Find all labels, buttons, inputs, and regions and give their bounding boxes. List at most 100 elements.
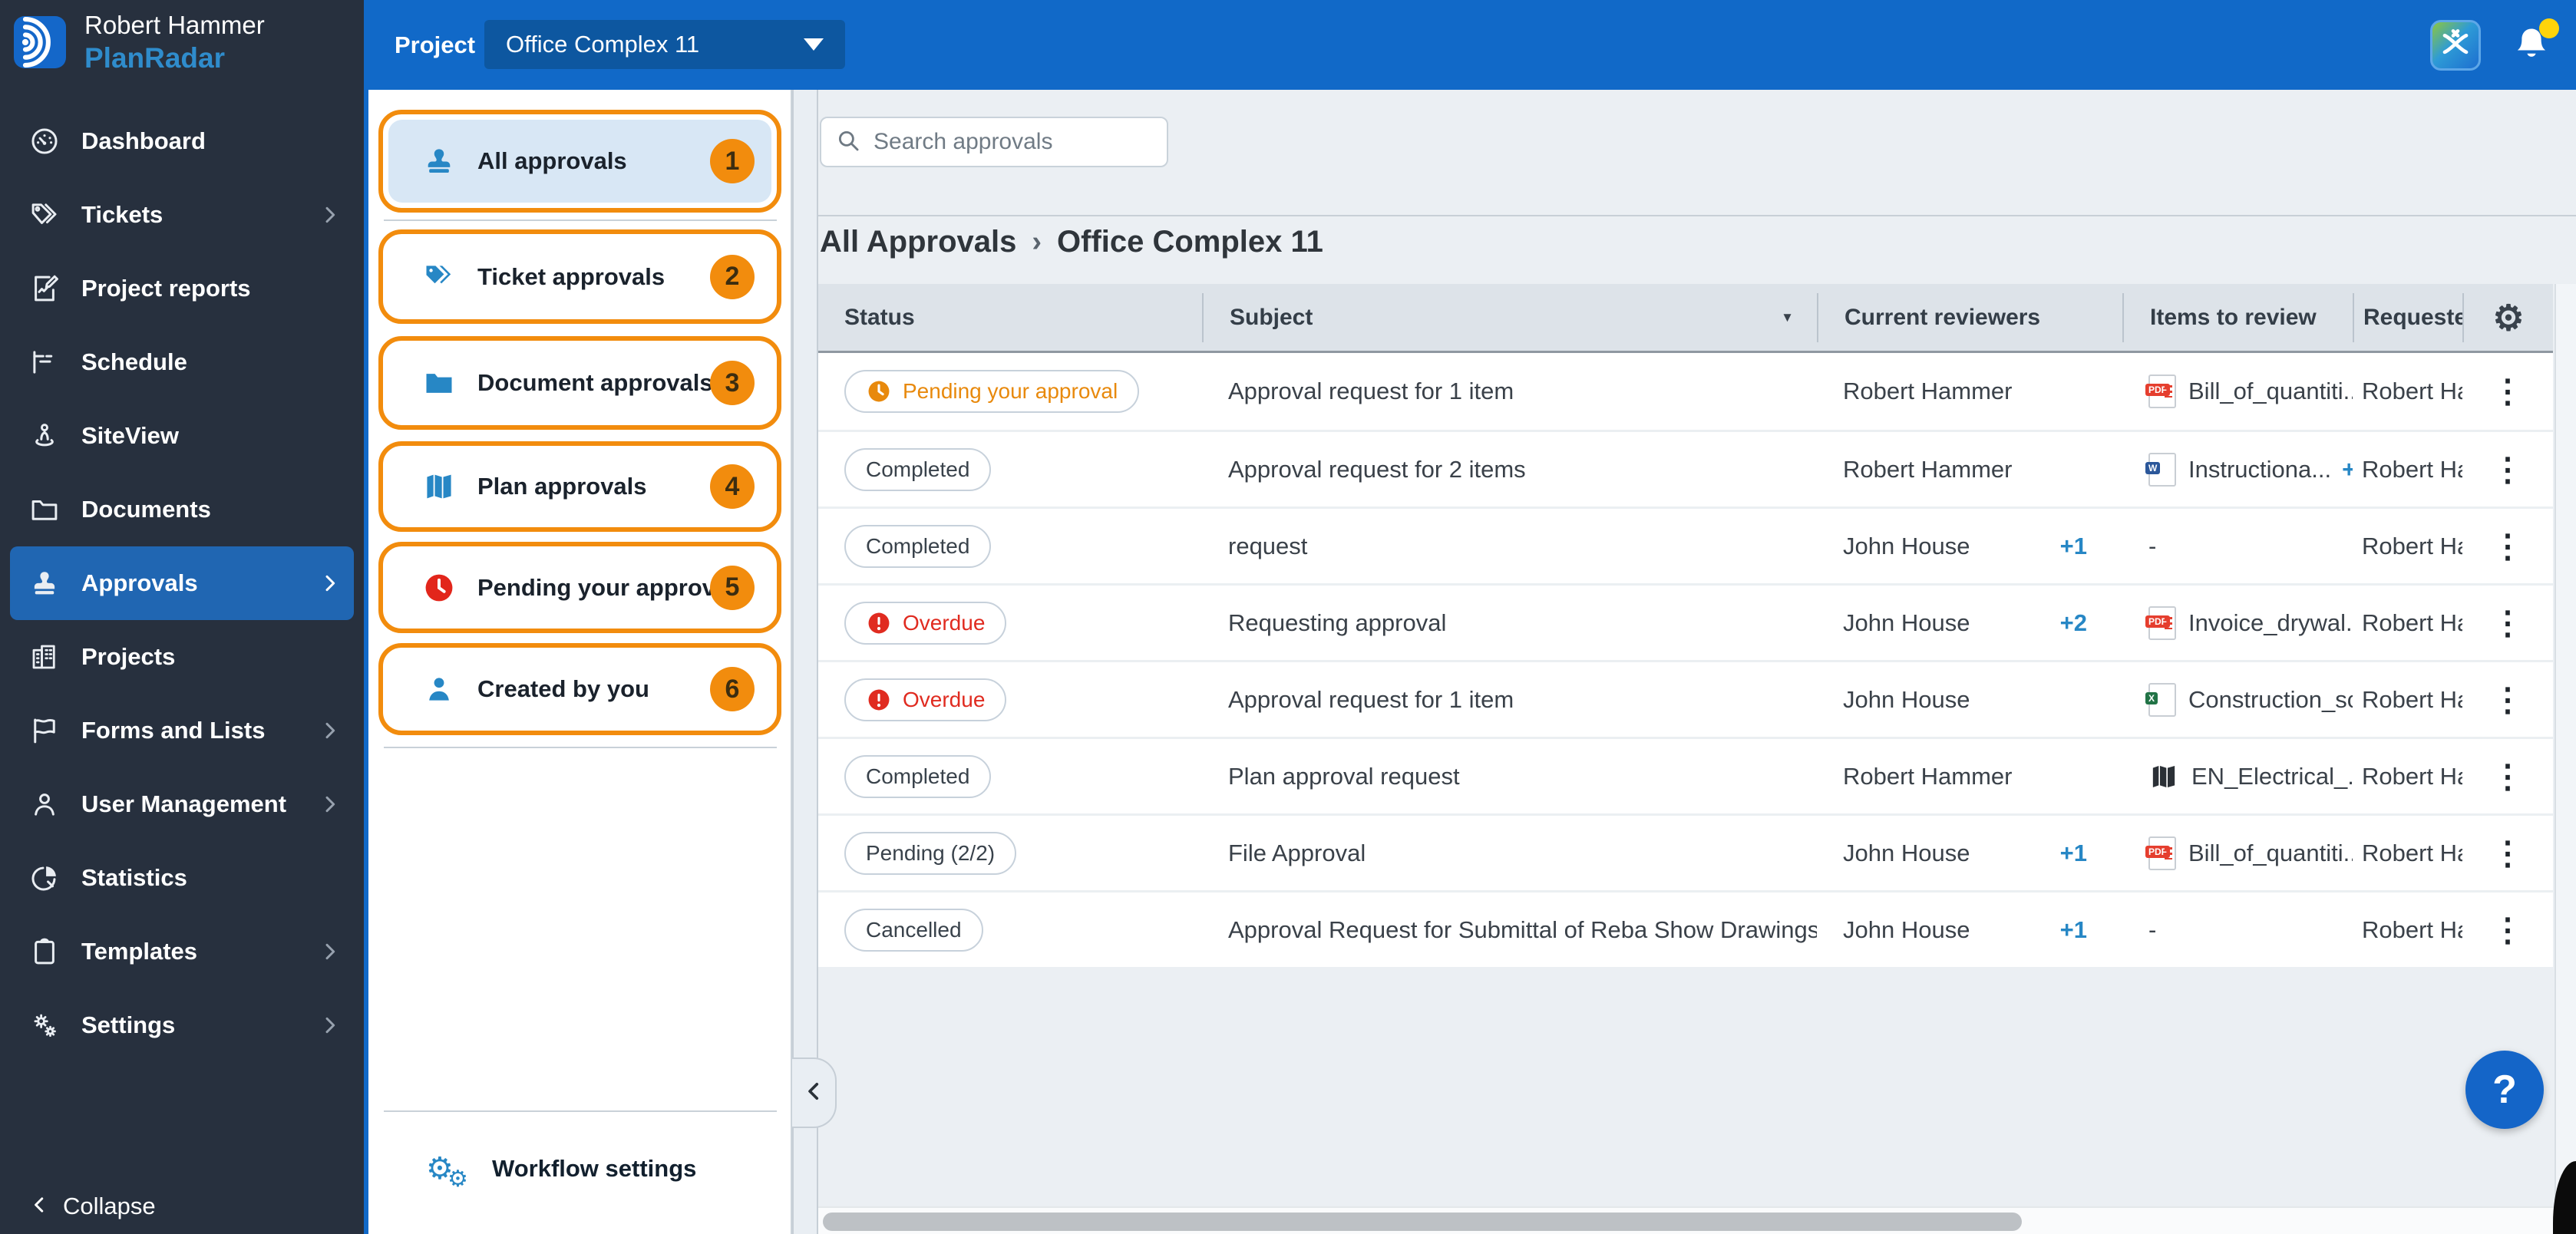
sidebar-item-tickets[interactable]: Tickets [10,178,354,252]
dashboard-icon [28,124,61,158]
workflow-settings-button[interactable]: ⚙⚙ Workflow settings [368,1130,791,1207]
filter-item-pending-your-approval[interactable]: Pending your approval5 [378,542,781,633]
item-name[interactable]: Instructiona... [2188,456,2331,483]
items-cell: XConstruction_sc... [2122,683,2353,717]
vertical-scrollbar-track[interactable] [2555,284,2576,1206]
reviewers-cell: Robert Hammer [1817,456,2122,483]
table-row[interactable]: Pending (2/2)File ApprovalJohn House+1PD… [818,813,2553,890]
map-icon [422,470,456,503]
panel-collapse-tab[interactable] [792,1057,837,1128]
sidebar-item-settings[interactable]: Settings [10,988,354,1062]
row-actions-kebab-icon[interactable]: ⋮ [2492,375,2524,407]
column-header-status[interactable]: Status [818,293,1202,342]
sidebar-item-label: Dashboard [81,127,206,155]
search-input[interactable] [872,128,1171,156]
project-select[interactable]: Office Complex 11 [484,20,845,69]
sidebar-item-documents[interactable]: Documents [10,473,354,546]
row-actions-kebab-icon[interactable]: ⋮ [2492,837,2524,869]
project-reports-icon [28,272,61,305]
clock-icon [422,571,456,605]
stamp-icon [422,144,456,178]
documents-icon [28,493,61,526]
sort-caret-icon[interactable]: ▼ [1781,310,1794,325]
reviewers-cell: John House [1817,686,2122,714]
column-header-items[interactable]: Items to review [2122,293,2353,342]
file-pdf-icon: PDF [2148,836,2176,870]
sidebar-item-projects[interactable]: Projects [10,620,354,694]
notifications-button[interactable] [2510,21,2553,69]
table-row[interactable]: CompletedApproval request for 2 itemsRob… [818,430,2553,506]
more-reviewers-count[interactable]: +1 [2060,840,2122,867]
row-actions-kebab-icon[interactable]: ⋮ [2492,761,2524,793]
more-reviewers-count[interactable]: +2 [2060,609,2122,637]
row-actions-kebab-icon[interactable]: ⋮ [2492,454,2524,486]
sidebar-item-label: User Management [81,790,286,818]
horizontal-scrollbar-thumb[interactable] [823,1213,2022,1231]
help-button[interactable]: ? [2465,1051,2544,1129]
tags-icon [422,260,456,294]
divider [818,215,2576,216]
item-name[interactable]: EN_Electrical_... [2191,763,2353,790]
sidebar-item-dashboard[interactable]: Dashboard [10,104,354,178]
divider [384,1110,777,1112]
filter-item-label: Document approvals [477,369,713,397]
templates-icon [28,935,61,968]
filter-item-all-approvals[interactable]: All approvals1 [378,110,781,213]
column-header-reviewers[interactable]: Current reviewers [1817,293,2122,342]
row-actions-kebab-icon[interactable]: ⋮ [2492,684,2524,716]
account-brand[interactable]: Robert Hammer PlanRadar [14,9,265,75]
sidebar-item-approvals[interactable]: Approvals [10,546,354,620]
table-row[interactable]: Pending your approvalApproval request fo… [818,353,2553,430]
sidebar-collapse-button[interactable]: Collapse [28,1193,156,1220]
settings-icon [28,1008,61,1042]
table-row[interactable]: OverdueRequesting approvalJohn House+2PD… [818,583,2553,660]
more-items-count[interactable]: +1 [2342,456,2353,483]
sidebar-item-forms-and-lists[interactable]: Forms and Lists [10,694,354,767]
sidebar-item-siteview[interactable]: SiteView [10,399,354,473]
row-actions-kebab-icon[interactable]: ⋮ [2492,914,2524,946]
status-badge: Overdue [844,678,1006,721]
filter-item-document-approvals[interactable]: Document approvals3 [378,336,781,430]
row-actions-kebab-icon[interactable]: ⋮ [2492,530,2524,563]
status-badge: Completed [844,448,991,491]
table-row[interactable]: CancelledApproval Request for Submittal … [818,890,2553,967]
column-settings-cell: ⚙ [2462,293,2553,342]
sidebar-item-user-management[interactable]: User Management [10,767,354,841]
sidebar-item-templates[interactable]: Templates [10,915,354,988]
sidebar-item-project-reports[interactable]: Project reports [10,252,354,325]
project-select-value: Office Complex 11 [506,31,804,58]
table-row[interactable]: CompletedPlan approval requestRobert Ham… [818,737,2553,813]
column-header-requester[interactable]: Requester [2353,293,2462,342]
sidebar-item-statistics[interactable]: Statistics [10,841,354,915]
item-name: - [2148,533,2156,560]
divider [384,747,777,748]
sidebar-nav: DashboardTicketsProject reportsScheduleS… [0,104,364,1062]
subject-cell: request [1202,533,1817,560]
bell-icon [2510,59,2553,72]
table-row[interactable]: OverdueApproval request for 1 itemJohn H… [818,660,2553,737]
forms-icon [28,714,61,747]
chevron-right-icon [318,1013,342,1038]
search-box[interactable] [820,117,1168,167]
more-reviewers-count[interactable]: +1 [2060,533,2122,560]
column-header-subject[interactable]: Subject ▼ [1202,293,1817,342]
sidebar-item-schedule[interactable]: Schedule [10,325,354,399]
horizontal-scrollbar-track[interactable] [818,1206,2576,1234]
item-name[interactable]: Bill_of_quantiti... [2188,378,2353,405]
breadcrumb-parent[interactable]: All Approvals [820,225,1016,259]
table-row[interactable]: CompletedrequestJohn House+1-Robert Ha⋮ [818,506,2553,583]
approvals-icon [28,566,61,600]
filter-item-ticket-approvals[interactable]: Ticket approvals2 [378,229,781,324]
item-name[interactable]: Bill_of_quantiti... [2188,840,2353,867]
item-name[interactable]: Invoice_drywal... [2188,609,2353,637]
subject-cell: Plan approval request [1202,763,1817,790]
app-switcher-button[interactable] [2430,20,2481,71]
filter-item-created-by-you[interactable]: Created by you6 [378,643,781,735]
reviewers-cell: John House+2 [1817,609,2122,637]
filter-item-plan-approvals[interactable]: Plan approvals4 [378,441,781,532]
siteview-icon [28,419,61,453]
item-name[interactable]: Construction_sc... [2188,686,2353,714]
table-settings-gear-icon[interactable]: ⚙ [2492,300,2524,335]
row-actions-kebab-icon[interactable]: ⋮ [2492,607,2524,639]
more-reviewers-count[interactable]: +1 [2060,916,2122,944]
